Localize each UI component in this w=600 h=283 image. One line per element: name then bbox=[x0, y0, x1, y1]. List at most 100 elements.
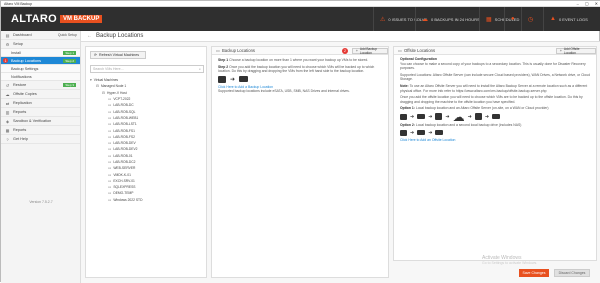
report-icon: ▥ bbox=[5, 109, 10, 115]
add-offsite-location-link[interactable]: Click Here to Add an Offsite Location bbox=[394, 138, 596, 143]
sidebar-item-sandbox[interactable]: ◈ Sandbox & Verification bbox=[1, 117, 80, 126]
drive-icon bbox=[417, 114, 426, 120]
cloud-icon: ☁ bbox=[452, 109, 465, 124]
page-header: ← Backup Locations bbox=[81, 31, 600, 42]
tree-node-label: Virtual Machines bbox=[93, 78, 119, 83]
tree-node-label: LAB-ROB-DEV2 bbox=[113, 147, 138, 152]
sidebar-item-reports-2[interactable]: ▦ Reports bbox=[1, 126, 80, 135]
vm-icon: ▭ bbox=[108, 141, 112, 146]
sidebar-item-install[interactable]: Install Step 1 bbox=[1, 49, 80, 57]
stat-events[interactable]: ▲ 0 EVENT LOGS bbox=[543, 7, 594, 31]
sidebar-item-reports[interactable]: ▥ Reports bbox=[1, 108, 80, 117]
dashboard-icon: ▤ bbox=[5, 32, 10, 38]
tree-node-label: LAB-ROB-SQL bbox=[113, 109, 136, 114]
bell-icon: ▲ bbox=[550, 16, 556, 22]
sidebar-item-restore[interactable]: ↺ Restore Step 3 bbox=[1, 81, 80, 90]
drag-drop-diagram: ➜ bbox=[212, 74, 388, 85]
vm-tree-panel: ⟳ Refresh Virtual Machines Search VMs He… bbox=[85, 46, 207, 278]
calendar-icon: ▦ bbox=[486, 16, 492, 23]
tree-node-label: Windows 2022 STD bbox=[113, 197, 143, 202]
vm-icon: ▭ bbox=[108, 147, 112, 152]
sandbox-icon: ◈ bbox=[5, 118, 10, 124]
sidebar-item-setup[interactable]: ⚙ Setup bbox=[1, 40, 80, 49]
arrow-right-icon: ➜ bbox=[410, 129, 415, 136]
sidebar-item-notifications[interactable]: Notifications bbox=[1, 73, 80, 81]
step1-text: Step 1 Choose a backup location on more … bbox=[218, 58, 369, 62]
supported-offsite-text: Supported Locations: Altaro Offsite Serv… bbox=[400, 72, 590, 82]
drive-icon bbox=[492, 114, 501, 120]
tree-node-label: SQLEXPRESS bbox=[113, 185, 136, 190]
vm-icon: ▭ bbox=[108, 160, 112, 164]
sidebar-item-replication[interactable]: ⇄ Replication bbox=[1, 99, 80, 108]
vm-node[interactable]: ▭ Windows 2022 STD bbox=[90, 197, 204, 203]
quick-setup-link[interactable]: Quick Setup bbox=[58, 33, 77, 37]
search-input[interactable]: Search VMs Here... ⌕ bbox=[90, 65, 204, 73]
discard-changes-button[interactable]: Discard Changes bbox=[554, 269, 590, 277]
save-changes-button[interactable]: Save Changes bbox=[519, 269, 549, 277]
offsite-locations-panel: ▭ Offsite Locations + Add Offsite Locati… bbox=[393, 46, 597, 261]
restore-icon: ↺ bbox=[5, 82, 10, 88]
back-arrow-icon[interactable]: ← bbox=[87, 33, 92, 39]
chart-icon: ▦ bbox=[5, 127, 10, 133]
tree-node-label: LAB-ROB-WEB1 bbox=[113, 115, 139, 120]
arrow-right-icon: ➜ bbox=[410, 113, 415, 120]
vm-icon: ▭ bbox=[108, 166, 112, 171]
arrow-right-icon: ➜ bbox=[428, 113, 433, 120]
vm-icon: ▭ bbox=[108, 185, 112, 190]
help-icon: ? bbox=[6, 136, 9, 142]
step-badge: Step 2 bbox=[63, 58, 76, 63]
supported-locations-text: Supported backup locations include eSATA… bbox=[218, 89, 350, 94]
offsite-panel-header: ▭ Offsite Locations + Add Offsite Locati… bbox=[394, 47, 596, 55]
vm-icon: ▭ bbox=[108, 191, 112, 196]
host-icon: ⊟ bbox=[102, 90, 105, 95]
refresh-vms-button[interactable]: ⟳ Refresh Virtual Machines bbox=[90, 51, 146, 59]
step2-text: Step 2 Once you add the backup location … bbox=[218, 64, 375, 74]
tree-node-label: VCPT-2022 bbox=[113, 97, 131, 102]
offsite-intro-text: You can choose to make a second copy of … bbox=[400, 61, 586, 71]
clock-icon: ◷ bbox=[528, 16, 534, 23]
sidebar-item-get-help[interactable]: ? Get Help bbox=[1, 135, 80, 144]
sidebar-item-backup-settings[interactable]: Backup Settings bbox=[1, 65, 80, 73]
sidebar: ▤ Dashboard Quick Setup ⚙ Setup Install … bbox=[1, 31, 81, 283]
add-backup-location-button[interactable]: + Add Backup Location bbox=[352, 47, 388, 55]
vm-icon: ▭ bbox=[108, 178, 112, 183]
sidebar-item-dashboard[interactable]: ▤ Dashboard Quick Setup bbox=[1, 31, 80, 40]
tree-node-label: LAB-ROB-01 bbox=[113, 153, 133, 158]
search-icon: ⌕ bbox=[199, 67, 201, 71]
server-icon bbox=[435, 113, 443, 121]
tree-node-label: DEMO-TEMP bbox=[113, 191, 134, 196]
arrow-right-icon: ➜ bbox=[230, 76, 236, 83]
sidebar-item-offsite-copies[interactable]: ☁ Offsite Copies bbox=[1, 90, 80, 99]
tree-node-label: LAB-ROB-FS1 bbox=[113, 128, 135, 133]
arrow-right-icon: ➜ bbox=[484, 113, 490, 120]
option1-diagram: ➜ ➜ ➜ ☁ ➜ ➜ bbox=[394, 111, 596, 123]
vm-icon bbox=[400, 113, 407, 120]
vm-icon: ▭ bbox=[108, 134, 112, 139]
stat-ops[interactable]: ◷ bbox=[521, 7, 539, 31]
stat-backups[interactable]: ☁ 0 BACKUPS IN 24 HOURS bbox=[415, 7, 486, 31]
plus-icon: + bbox=[356, 49, 358, 53]
sidebar-item-backup-locations[interactable]: 1 Backup Locations Step 2 bbox=[1, 57, 80, 65]
vm-tree: ▾ Virtual Machines ⊟ Managed Node 1 ⊟ Hyper-V… bbox=[90, 77, 204, 203]
drive-icon: ▭ bbox=[216, 48, 220, 53]
stat-user[interactable]: ● bbox=[504, 7, 521, 31]
header-bar: ALTARO VM BACKUP ⚠ 0 ISSUES TO SOLVE ☁ 0 B… bbox=[1, 7, 600, 31]
tree-node-label: EXCH-SRV-01 bbox=[113, 178, 135, 183]
main-content: ⟳ Refresh Virtual Machines Search VMs He… bbox=[81, 42, 600, 283]
add-offsite-location-button[interactable]: + Add Offsite Location bbox=[556, 47, 596, 55]
drive-icon bbox=[239, 76, 249, 83]
vm-icon: ▭ bbox=[108, 97, 112, 102]
page-title: Backup Locations bbox=[96, 33, 144, 39]
user-icon: ● bbox=[511, 16, 515, 22]
vm-icon: ▭ bbox=[108, 115, 112, 120]
replication-icon: ⇄ bbox=[5, 100, 10, 106]
offsite-instructions-text: Once you add the offsite location you wi… bbox=[400, 95, 583, 104]
backup-notification-badge: 2 bbox=[342, 48, 348, 54]
vm-icon: ▭ bbox=[108, 122, 112, 127]
server-icon bbox=[474, 113, 482, 121]
arrow-right-icon: ➜ bbox=[467, 113, 472, 120]
vm-icon: ▭ bbox=[108, 172, 112, 177]
tree-node-label: LAB-ROB-FS2 bbox=[113, 134, 135, 139]
tree-node-label: LAB-ROB-DEV bbox=[113, 141, 136, 146]
vm-icon: ▭ bbox=[108, 153, 112, 158]
